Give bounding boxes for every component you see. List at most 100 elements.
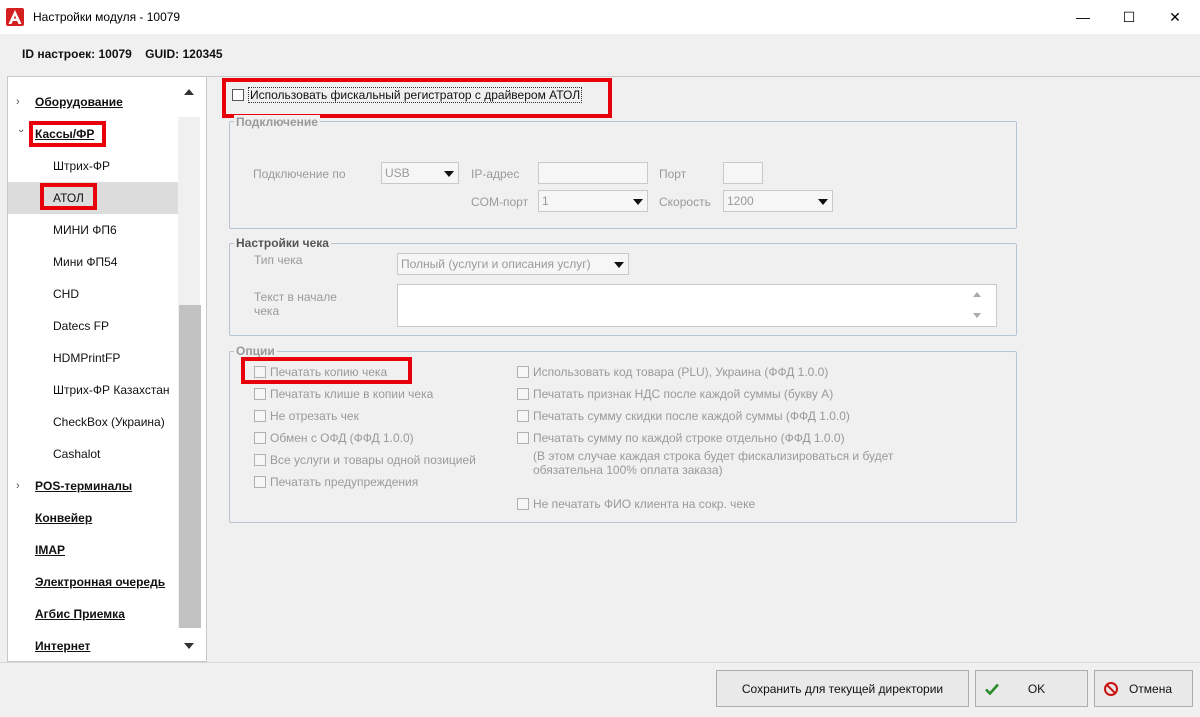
option-discount-sum-label: Печатать сумму скидки после каждой суммы… — [533, 409, 850, 423]
nav-item-agbis-intake[interactable]: Агбис Приемка — [8, 598, 182, 630]
save-button-label: Сохранить для текущей директории — [741, 681, 944, 696]
save-for-directory-button[interactable]: Сохранить для текущей директории — [716, 670, 969, 707]
nav-item-datecs-fp[interactable]: Datecs FP — [8, 310, 182, 342]
nav-item-shtrih-fr[interactable]: Штрих-ФР — [8, 150, 182, 182]
footer-divider — [0, 662, 1200, 663]
nav-item-pos-terminals[interactable]: › POS-терминалы — [8, 470, 182, 502]
header-text-label-1: Текст в начале — [254, 290, 337, 304]
nav-scrollbar[interactable] — [178, 77, 201, 661]
nav-item-chd[interactable]: CHD — [8, 278, 182, 310]
nav-item-label: Электронная очередь — [35, 575, 166, 589]
module-tree: › Оборудование › Кассы/ФР Штрих-ФР АТОЛ … — [7, 76, 207, 662]
option-checkbox[interactable] — [517, 432, 529, 444]
option-no-cut-label: Не отрезать чек — [270, 409, 359, 423]
option-line-sum-label: Печатать сумму по каждой строке отдельно… — [533, 431, 845, 445]
option-checkbox[interactable] — [517, 388, 529, 400]
speed-select[interactable]: 1200 — [723, 190, 833, 212]
header-text-area[interactable] — [397, 284, 997, 327]
scroll-down-arrow-icon[interactable] — [184, 643, 194, 649]
ip-address-input[interactable] — [538, 162, 648, 184]
dropdown-arrow-icon[interactable] — [614, 262, 624, 268]
nav-item-cashalot[interactable]: Cashalot — [8, 438, 182, 470]
com-port-select[interactable]: 1 — [538, 190, 648, 212]
connect-via-select[interactable]: USB — [381, 162, 459, 184]
com-port-value: 1 — [542, 194, 549, 208]
option-plu-code-label: Использовать код товара (PLU), Украина (… — [533, 365, 829, 379]
title-bar: Настройки модуля - 10079 — ☐ ✕ — [0, 0, 1200, 34]
connection-group-title: Подключение — [234, 115, 320, 129]
option-print-cliche-label: Печатать клише в копии чека — [270, 387, 434, 401]
option-checkbox[interactable] — [254, 432, 266, 444]
checkmark-icon — [985, 683, 999, 696]
highlight-atol — [40, 183, 97, 210]
nav-item-label: Штрих-ФР Казахстан — [53, 383, 170, 397]
textarea-scroll-down-icon[interactable] — [973, 313, 981, 318]
nav-item-mini-fp54[interactable]: Мини ФП54 — [8, 246, 182, 278]
scroll-thumb[interactable] — [179, 305, 201, 628]
connect-via-label: Подключение по — [253, 167, 346, 181]
nav-item-label: Интернет — [35, 639, 91, 653]
maximize-button[interactable]: ☐ — [1106, 0, 1152, 34]
dropdown-arrow-icon[interactable] — [633, 199, 643, 205]
nav-item-shtrih-fr-kz[interactable]: Штрих-ФР Казахстан — [8, 374, 182, 406]
nav-item-checkbox-ua[interactable]: CheckBox (Украина) — [8, 406, 182, 438]
port-label: Порт — [659, 167, 687, 181]
speed-value: 1200 — [727, 194, 754, 208]
option-note-line-2: обязательна 100% оплата заказа) — [533, 463, 723, 477]
option-checkbox[interactable] — [254, 388, 266, 400]
receipt-settings-group-title: Настройки чека — [234, 236, 331, 250]
option-vat-sign-label: Печатать признак НДС после каждой суммы … — [533, 387, 834, 401]
com-port-label: COM-порт — [471, 195, 529, 209]
receipt-type-label: Тип чека — [254, 253, 303, 267]
nav-item-label: Мини ФП54 — [53, 255, 118, 269]
ok-button-label: OK — [1027, 681, 1046, 696]
dropdown-arrow-icon[interactable] — [444, 171, 454, 177]
port-input[interactable] — [723, 162, 763, 184]
option-checkbox[interactable] — [254, 410, 266, 422]
ok-button[interactable]: OK — [975, 670, 1088, 707]
chevron-down-icon[interactable]: › — [15, 129, 27, 139]
option-checkbox[interactable] — [254, 476, 266, 488]
receipt-type-select[interactable]: Полный (услуги и описания услуг) — [397, 253, 629, 275]
settings-id-info: ID настроек: 10079 GUID: 120345 — [22, 47, 223, 61]
option-note-line-1: (В этом случае каждая строка будет фиска… — [533, 449, 894, 463]
option-checkbox[interactable] — [517, 410, 529, 422]
chevron-right-icon[interactable]: › — [16, 97, 26, 108]
speed-label: Скорость — [659, 195, 711, 209]
nav-item-label: Datecs FP — [53, 319, 110, 333]
option-checkbox[interactable] — [254, 454, 266, 466]
nav-item-conveyor[interactable]: Конвейер — [8, 502, 182, 534]
textarea-scroll-up-icon[interactable] — [973, 292, 981, 297]
panel-divider — [207, 76, 1200, 77]
option-checkbox[interactable] — [517, 366, 529, 378]
close-button[interactable]: ✕ — [1152, 0, 1198, 34]
minimize-button[interactable]: — — [1060, 0, 1106, 34]
nav-item-imap[interactable]: IMAP — [8, 534, 182, 566]
nav-item-label: МИНИ ФП6 — [53, 223, 117, 237]
scroll-up-arrow-icon[interactable] — [184, 89, 194, 95]
header-text-label-2: чека — [254, 304, 280, 318]
options-group-title: Опции — [234, 344, 277, 358]
nav-item-internet[interactable]: Интернет — [8, 630, 182, 661]
option-ofd-exchange-label: Обмен с ОФД (ФФД 1.0.0) — [270, 431, 414, 445]
option-checkbox[interactable] — [517, 498, 529, 510]
window-title: Настройки модуля - 10079 — [33, 10, 181, 24]
nav-item-hdmprintfp[interactable]: HDMPrintFP — [8, 342, 182, 374]
nav-item-e-queue[interactable]: Электронная очередь — [8, 566, 182, 598]
cancel-button[interactable]: Отмена — [1094, 670, 1193, 707]
option-single-position-label: Все услуги и товары одной позицией — [270, 453, 476, 467]
option-no-client-name-label: Не печатать ФИО клиента на сокр. чеке — [533, 497, 756, 511]
highlight-cash-registers — [29, 121, 106, 147]
nav-item-mini-fp6[interactable]: МИНИ ФП6 — [8, 214, 182, 246]
nav-item-label: Штрих-ФР — [53, 159, 110, 173]
chevron-right-icon[interactable]: › — [16, 481, 26, 492]
cancel-button-label: Отмена — [1128, 681, 1173, 696]
ip-address-label: IP-адрес — [471, 167, 520, 181]
highlight-use-fiscal — [222, 78, 612, 118]
highlight-print-copy — [241, 357, 412, 384]
no-entry-icon — [1104, 682, 1118, 696]
nav-item-equipment[interactable]: › Оборудование — [8, 86, 182, 118]
dropdown-arrow-icon[interactable] — [818, 199, 828, 205]
nav-item-label: HDMPrintFP — [53, 351, 121, 365]
nav-item-label: CHD — [53, 287, 79, 301]
